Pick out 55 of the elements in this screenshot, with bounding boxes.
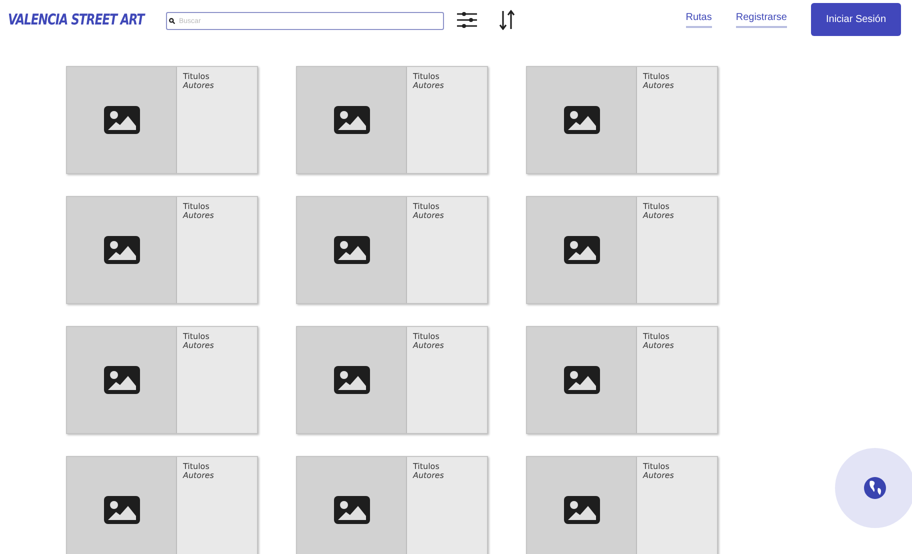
filter-icon[interactable] xyxy=(457,11,477,29)
card-title: Titulos xyxy=(413,72,440,81)
image-icon xyxy=(564,366,600,394)
card-title: Titulos xyxy=(183,202,210,211)
card-author: Autores xyxy=(643,81,675,90)
image-icon xyxy=(564,236,600,264)
card-title: Titulos xyxy=(413,202,440,211)
login-button[interactable]: Iniciar Sesión xyxy=(811,2,901,36)
sort-icon[interactable] xyxy=(499,10,515,30)
card-title: Titulos xyxy=(183,72,210,81)
artwork-card[interactable]: Titulos Autores xyxy=(66,326,258,434)
logo: VALENCIA STREET ART xyxy=(8,11,146,29)
image-icon xyxy=(564,106,600,134)
card-author: Autores xyxy=(643,341,675,350)
card-author: Autores xyxy=(183,211,215,220)
card-author: Autores xyxy=(643,211,675,220)
image-icon xyxy=(104,366,140,394)
nav-link[interactable]: Registrarse xyxy=(736,12,787,28)
image-icon xyxy=(564,496,600,524)
image-icon xyxy=(104,236,140,264)
search-icon xyxy=(169,18,175,24)
card-author: Autores xyxy=(413,211,445,220)
artwork-card[interactable]: Titulos Autores xyxy=(296,66,488,174)
card-title: Titulos xyxy=(413,462,440,471)
artwork-card[interactable]: Titulos Autores xyxy=(296,196,488,304)
card-author: Autores xyxy=(183,81,215,90)
image-icon xyxy=(104,496,140,524)
card-title: Titulos xyxy=(413,332,440,341)
card-author: Autores xyxy=(183,341,215,350)
image-icon xyxy=(334,366,370,394)
card-title: Titulos xyxy=(643,202,670,211)
artwork-card[interactable]: Titulos Autores xyxy=(296,456,488,554)
artwork-card[interactable]: Titulos Autores xyxy=(66,196,258,304)
image-icon xyxy=(104,106,140,134)
card-author: Autores xyxy=(183,471,215,480)
card-author: Autores xyxy=(413,471,445,480)
card-author: Autores xyxy=(413,81,445,90)
artwork-card[interactable]: Titulos Autores xyxy=(66,456,258,554)
image-icon xyxy=(334,496,370,524)
card-title: Titulos xyxy=(643,332,670,341)
artwork-card[interactable]: Titulos Autores xyxy=(526,196,718,304)
image-icon xyxy=(334,236,370,264)
artwork-card[interactable]: Titulos Autores xyxy=(66,66,258,174)
card-author: Autores xyxy=(643,471,675,480)
image-icon xyxy=(334,106,370,134)
artwork-card[interactable]: Titulos Autores xyxy=(296,326,488,434)
nav-link[interactable]: Rutas xyxy=(686,12,712,28)
artwork-card[interactable]: Titulos Autores xyxy=(526,326,718,434)
card-author: Autores xyxy=(413,341,445,350)
card-title: Titulos xyxy=(183,332,210,341)
card-title: Titulos xyxy=(643,462,670,471)
card-title: Titulos xyxy=(183,462,210,471)
artwork-card[interactable]: Titulos Autores xyxy=(526,66,718,174)
card-title: Titulos xyxy=(643,72,670,81)
artwork-card[interactable]: Titulos Autores xyxy=(526,456,718,554)
